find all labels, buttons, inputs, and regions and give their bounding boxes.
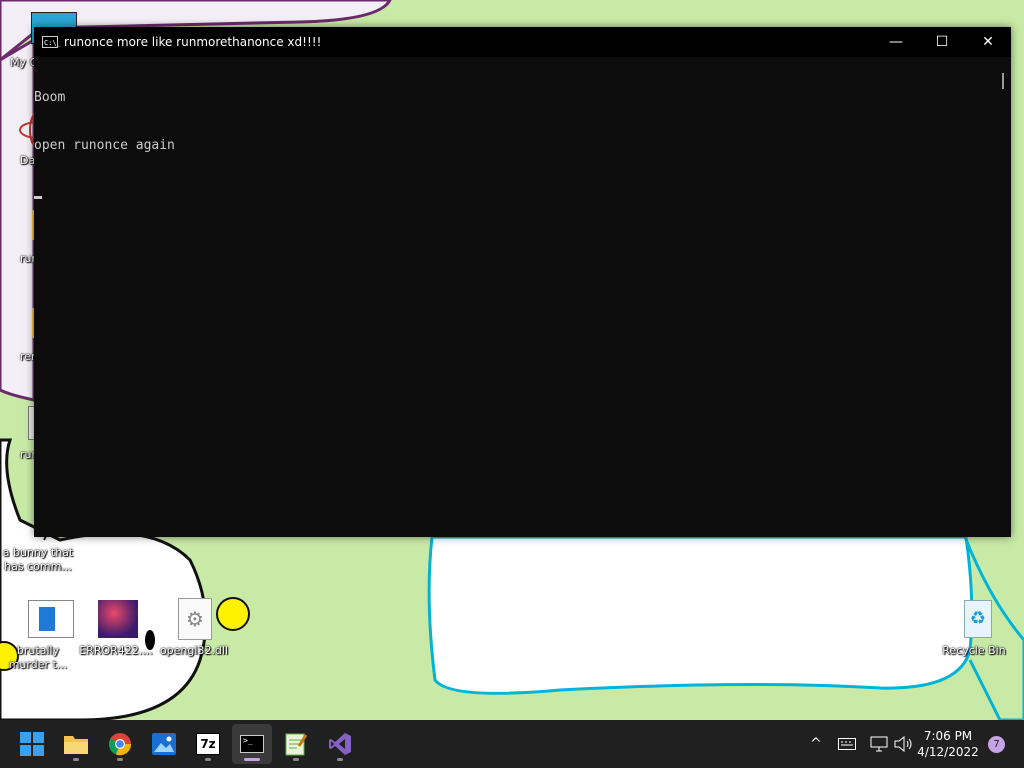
desktop-icon-error422[interactable]: ERROR422....: [78, 598, 154, 658]
visual-studio-icon: [329, 733, 351, 755]
tray-network[interactable]: [870, 720, 888, 768]
taskbar-file-explorer[interactable]: [56, 724, 96, 764]
network-icon: [870, 736, 888, 752]
maximize-icon: ☐: [935, 34, 949, 50]
folder-icon: [64, 736, 88, 754]
taskbar-clock[interactable]: 7:06 PM 4/12/2022: [916, 728, 980, 760]
7zip-icon: 7z: [196, 733, 220, 755]
desktop-icon-label: ERROR422....: [79, 644, 153, 657]
terminal-icon: >_: [240, 735, 264, 753]
desktop-icon-label: Recycle Bin: [942, 644, 1006, 657]
minimize-button[interactable]: —: [873, 27, 919, 57]
chevron-up-icon: ^: [810, 736, 822, 752]
cube-icon: [92, 598, 140, 642]
keyboard-icon: [838, 738, 856, 750]
speaker-icon: [894, 736, 912, 752]
notepad-icon: [285, 733, 307, 756]
taskbar-photos[interactable]: [144, 724, 184, 764]
desktop-icon-recycle-bin[interactable]: ♻ Recycle Bin: [936, 598, 1012, 658]
tray-overflow-button[interactable]: ^: [810, 720, 822, 768]
console-icon: C:\_: [42, 36, 61, 48]
console-line: open runonce again: [34, 138, 175, 153]
taskbar-visual-studio[interactable]: [320, 724, 360, 764]
close-icon: ✕: [982, 34, 994, 50]
tray-volume[interactable]: [894, 720, 914, 768]
taskbar-chrome[interactable]: [100, 724, 140, 764]
title-bar[interactable]: C:\_ runonce more like runmorethanonce x…: [34, 27, 1011, 57]
desktop-icon-brutally[interactable]: brutally murder t...: [0, 598, 76, 672]
recycle-bin-icon: ♻: [950, 598, 998, 642]
tray-keyboard[interactable]: [838, 720, 856, 768]
notification-badge[interactable]: 7: [988, 736, 1005, 753]
console-line: Boom: [34, 90, 66, 105]
dll-icon: ⚙: [170, 598, 218, 642]
clock-date: 4/12/2022: [917, 745, 979, 759]
text-cursor: [34, 196, 42, 199]
console-output[interactable]: Boom open runonce again: [34, 57, 1011, 537]
chrome-icon: [108, 733, 132, 756]
vertical-scrollbar[interactable]: [994, 57, 1011, 537]
taskbar-7zip[interactable]: 7z: [188, 724, 228, 764]
maximize-button[interactable]: ☐: [919, 27, 965, 57]
minimize-icon: —: [889, 34, 903, 50]
taskbar-terminal[interactable]: >_: [232, 724, 272, 764]
scrollbar-thumb[interactable]: [1002, 73, 1004, 89]
desktop-icon-label: a bunny that has comm...: [2, 546, 74, 573]
window-title: runonce more like runmorethanonce xd!!!!: [64, 35, 322, 49]
console-window[interactable]: C:\_ runonce more like runmorethanonce x…: [34, 27, 1011, 537]
start-button[interactable]: [12, 724, 52, 764]
desktop-icon-label: opengl32.dll: [159, 644, 229, 657]
clock-time: 7:06 PM: [923, 729, 973, 743]
taskbar: 7z >_ ^ 7:06 PM 4/12/2022 7: [0, 720, 1024, 768]
taskbar-notepad-plus[interactable]: [276, 724, 316, 764]
desktop-icon-opengl32[interactable]: ⚙ opengl32.dll: [156, 598, 232, 658]
close-button[interactable]: ✕: [965, 27, 1011, 57]
app-icon: [14, 598, 74, 642]
photos-icon: [152, 733, 176, 755]
desktop-icon-label: brutally murder t...: [8, 644, 68, 671]
windows-logo-icon: [20, 732, 44, 756]
